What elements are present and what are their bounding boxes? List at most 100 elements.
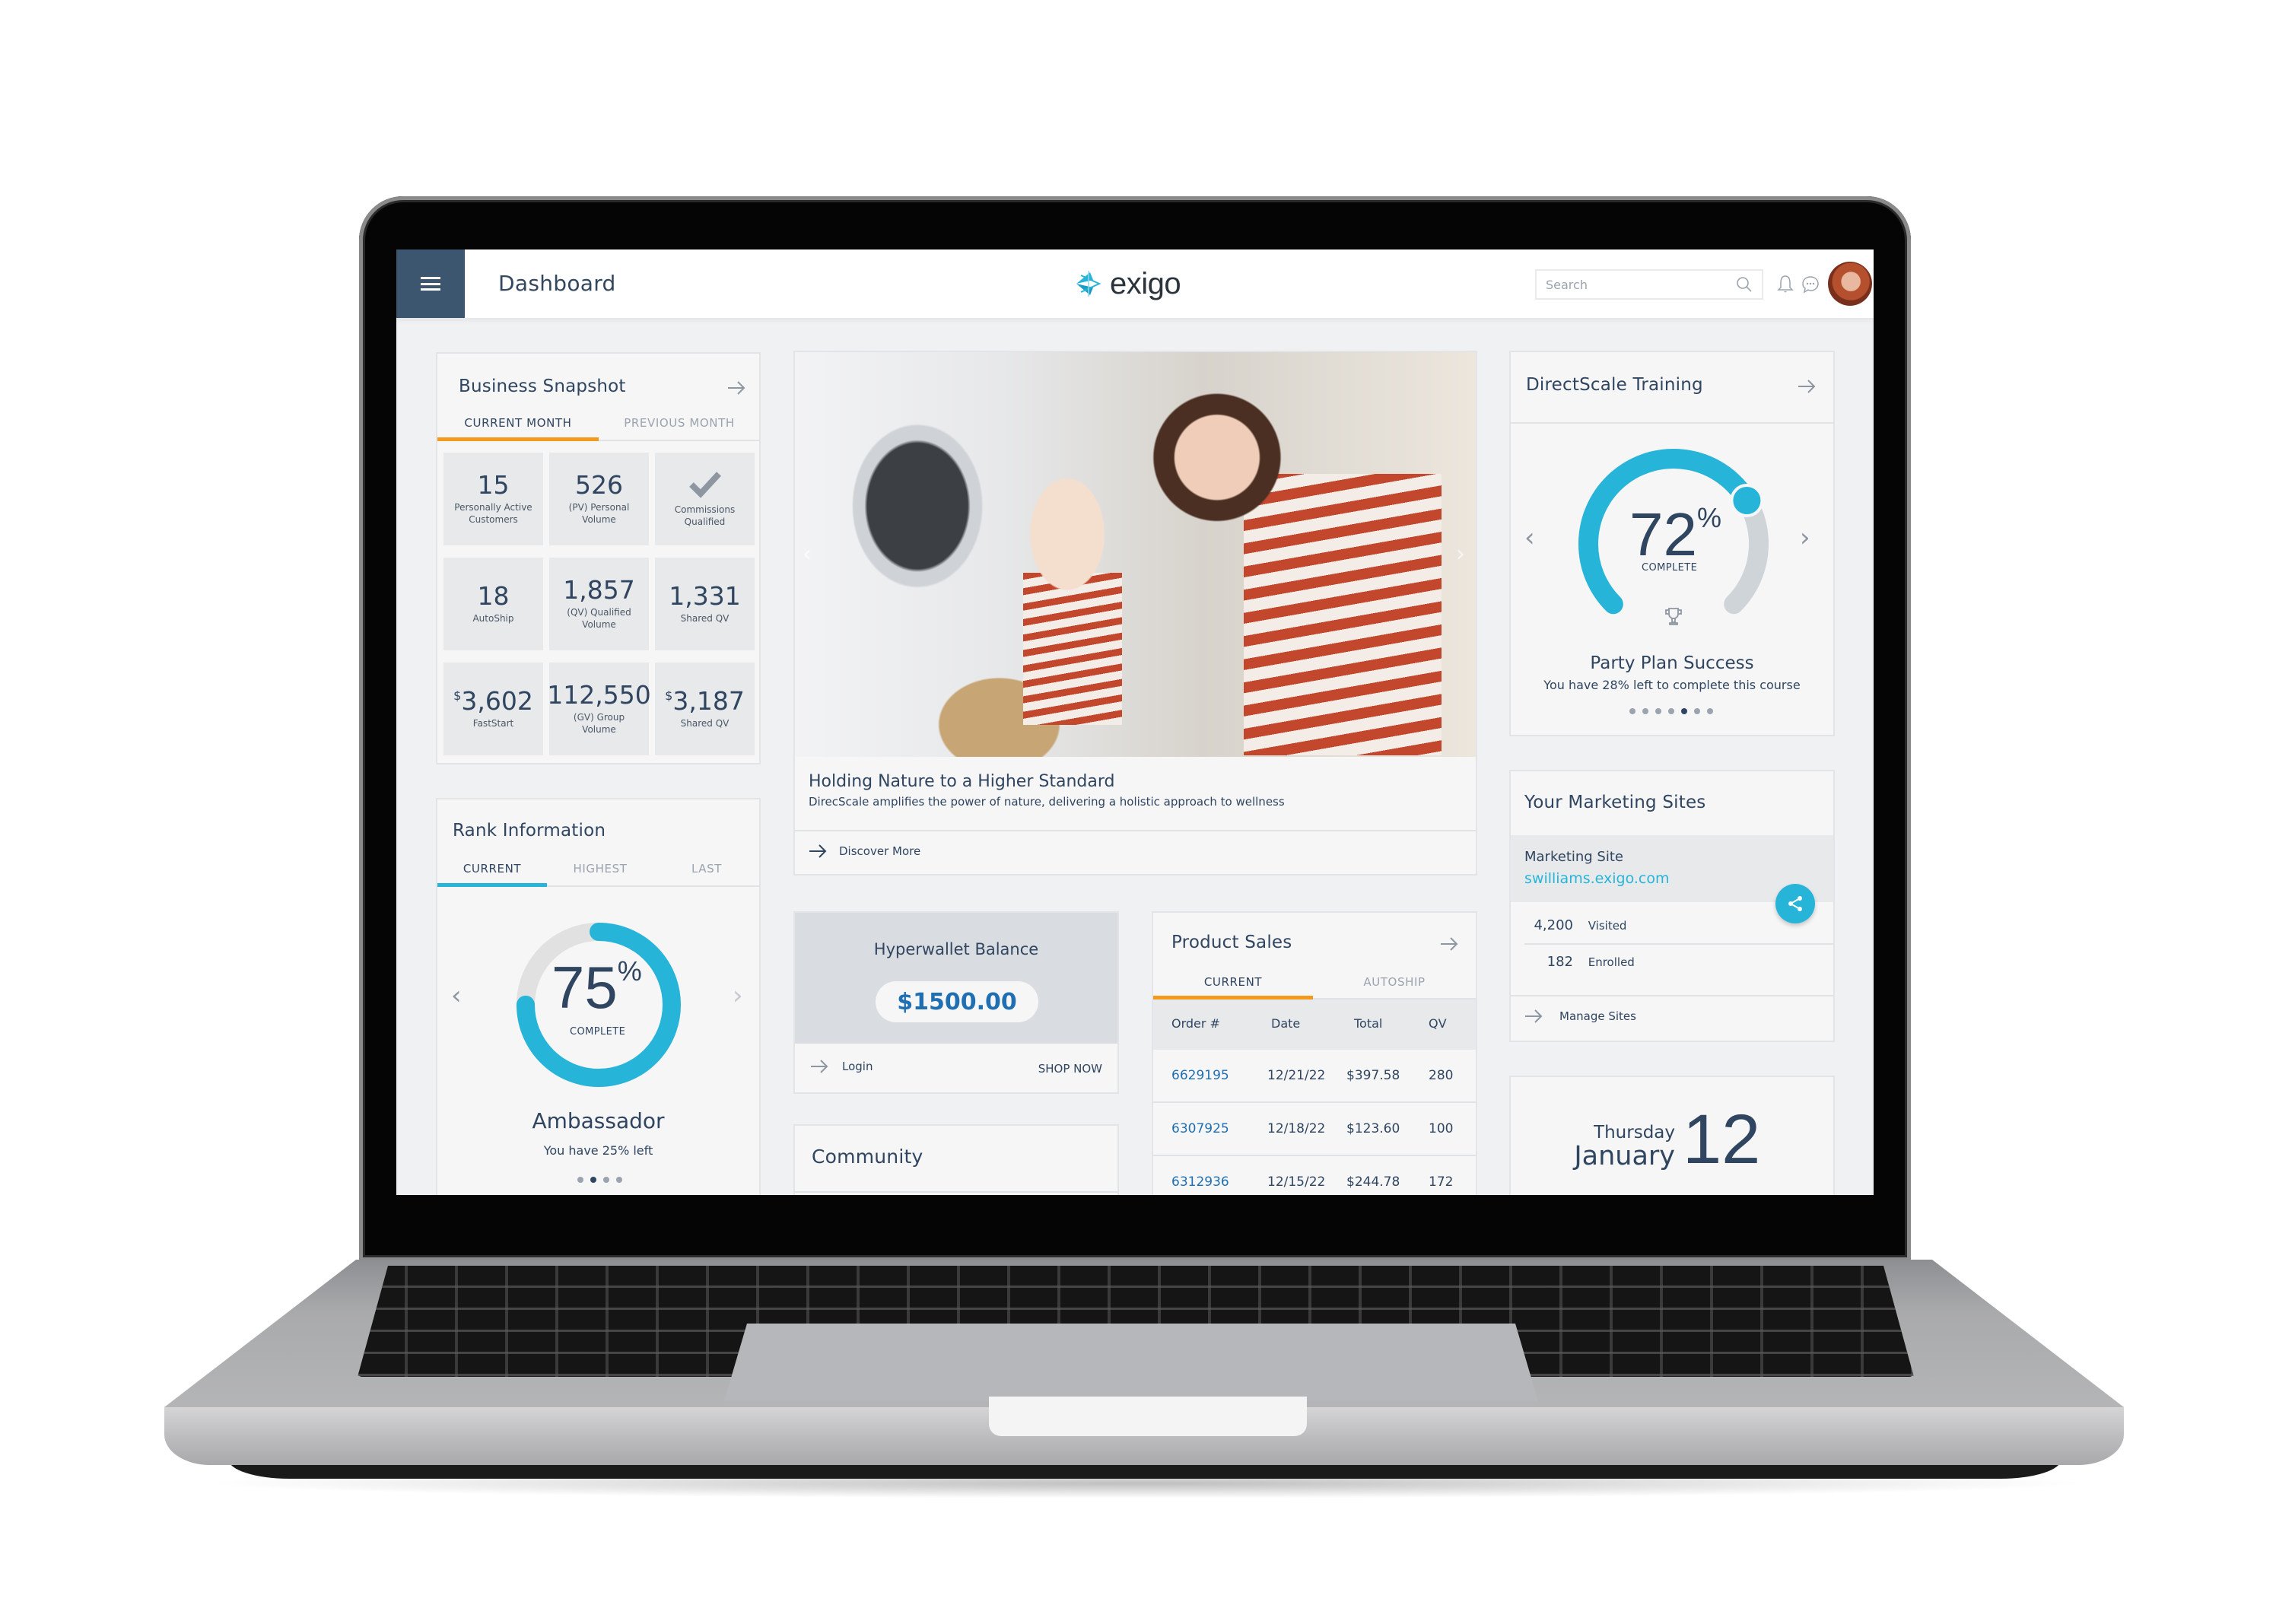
tab-current[interactable]: CURRENT: [437, 862, 547, 876]
column-header-date[interactable]: Date: [1271, 1016, 1300, 1031]
carousel-dot[interactable]: [603, 1177, 609, 1183]
rank-percent: 75%: [552, 958, 642, 1018]
cell-total: $397.58: [1346, 1068, 1400, 1083]
snapshot-tile[interactable]: 15 Personally Active Customers: [443, 453, 543, 545]
tile-value: 15: [477, 469, 510, 500]
chat-icon[interactable]: [1800, 274, 1821, 295]
snapshot-tile[interactable]: 112,550 (GV) Group Volume: [547, 663, 651, 755]
search-icon[interactable]: [1736, 276, 1753, 293]
search-input[interactable]: [1546, 277, 1736, 292]
percent-value: 72: [1629, 501, 1697, 568]
snapshot-tile[interactable]: 1,857 (QV) Qualified Volume: [549, 558, 649, 650]
rank-information-card: Rank Information CURRENT HIGHEST LAST ‹ …: [436, 798, 761, 1195]
carousel-dot[interactable]: [590, 1177, 596, 1183]
snapshot-tile[interactable]: 526 (PV) Personal Volume: [549, 453, 649, 545]
carousel-dot[interactable]: [1642, 708, 1648, 714]
tab-last[interactable]: LAST: [653, 862, 760, 876]
snapshot-tile[interactable]: 18 AutoShip: [443, 558, 543, 650]
tab-highest[interactable]: HIGHEST: [547, 862, 653, 876]
manage-sites-link[interactable]: Manage Sites: [1524, 1009, 1636, 1024]
hero-card: ‹ › Holding Nature to a Higher Standard …: [793, 351, 1477, 876]
card-title: Rank Information: [453, 821, 606, 841]
laptop-trackpad: [724, 1324, 1538, 1401]
carousel-prev-button[interactable]: ‹: [451, 980, 462, 1011]
menu-button[interactable]: [396, 249, 465, 318]
table-row[interactable]: 6629195 12/21/22 $397.58 280: [1153, 1050, 1476, 1103]
tab-current[interactable]: CURRENT: [1153, 975, 1313, 989]
tile-label: Shared QV: [680, 612, 730, 624]
cell-date: 12/18/22: [1267, 1121, 1326, 1136]
carousel-dot[interactable]: [1629, 708, 1635, 714]
tab-current-month[interactable]: CURRENT MONTH: [437, 416, 599, 430]
user-avatar[interactable]: [1828, 262, 1872, 306]
table-row[interactable]: 6312936 12/15/22 $244.78 172: [1153, 1156, 1476, 1195]
arrow-right-icon[interactable]: [726, 380, 746, 396]
tile-label: (QV) Qualified Volume: [567, 606, 631, 630]
percent-sign: %: [1696, 502, 1721, 533]
cell-qv: 280: [1429, 1068, 1454, 1083]
tile-value: $3,602: [453, 685, 533, 716]
arrow-right-icon: [1525, 1009, 1543, 1023]
snapshot-tile[interactable]: Commissions Qualified: [655, 453, 755, 545]
snapshot-tile[interactable]: 1,331 Shared QV: [655, 558, 755, 650]
stat-enrolled: 182 Enrolled: [1524, 954, 1635, 970]
carousel-dot[interactable]: [1694, 708, 1700, 714]
hyperwallet-title: Hyperwallet Balance: [873, 940, 1039, 958]
cell-qv: 100: [1429, 1121, 1454, 1136]
carousel-dot[interactable]: [1681, 708, 1687, 714]
top-bar: Dashboard exigo: [396, 249, 1874, 318]
tab-autoship[interactable]: AUTOSHIP: [1313, 975, 1476, 989]
carousel-dot[interactable]: [577, 1177, 583, 1183]
discover-more-link[interactable]: Discover More: [809, 844, 920, 859]
hero-headline: Holding Nature to a Higher Standard: [809, 772, 1115, 791]
stat-value: 182: [1546, 954, 1573, 970]
carousel-next-button[interactable]: ›: [733, 980, 743, 1011]
marketing-site-url[interactable]: swilliams.exigo.com: [1524, 870, 1670, 887]
marketing-sites-card: Your Marketing Sites Marketing Site swil…: [1509, 770, 1835, 1042]
date-day: 12: [1683, 1101, 1761, 1178]
cell-qv: 172: [1429, 1174, 1454, 1190]
cell-total: $123.60: [1346, 1121, 1400, 1136]
exigo-logo[interactable]: exigo: [1073, 266, 1181, 301]
carousel-dot[interactable]: [1655, 708, 1661, 714]
cell-order[interactable]: 6312936: [1171, 1174, 1229, 1190]
snapshot-tile[interactable]: $3,602 FastStart: [443, 663, 543, 755]
arrow-right-icon: [811, 1060, 828, 1073]
cell-order[interactable]: 6307925: [1171, 1121, 1229, 1136]
search-box: [1535, 269, 1763, 300]
carousel-dot[interactable]: [1707, 708, 1713, 714]
carousel-dot[interactable]: [616, 1177, 622, 1183]
card-footer-divider: [1511, 995, 1833, 996]
column-header-qv[interactable]: QV: [1429, 1016, 1447, 1031]
carousel-next-button[interactable]: ›: [1800, 523, 1810, 553]
hero-next-arrow[interactable]: ›: [1456, 541, 1465, 567]
arrow-right-icon[interactable]: [1439, 936, 1459, 952]
rank-name: Ambassador: [532, 1108, 665, 1133]
bell-icon[interactable]: [1775, 274, 1796, 295]
stat-label: Enrolled: [1588, 955, 1635, 969]
logo-text: exigo: [1110, 266, 1181, 300]
cell-order[interactable]: 6629195: [1171, 1068, 1229, 1083]
tab-previous-month[interactable]: PREVIOUS MONTH: [599, 416, 760, 430]
hyperwallet-login-link[interactable]: Login: [810, 1059, 873, 1074]
carousel-prev-button[interactable]: ‹: [1524, 523, 1535, 553]
column-header-total[interactable]: Total: [1354, 1016, 1382, 1031]
hero-prev-arrow[interactable]: ‹: [803, 541, 812, 567]
shop-now-link[interactable]: SHOP NOW: [1038, 1062, 1102, 1076]
carousel-dot[interactable]: [1668, 708, 1674, 714]
cell-date: 12/21/22: [1267, 1068, 1326, 1083]
stat-divider: [1524, 943, 1833, 945]
stat-label: Visited: [1588, 919, 1627, 933]
arrow-right-icon[interactable]: [1797, 378, 1817, 395]
percent-value: 75: [552, 954, 618, 1021]
snapshot-tile[interactable]: $3,187 Shared QV: [655, 663, 755, 755]
course-name: Party Plan Success: [1590, 653, 1754, 673]
rank-remaining: You have 25% left: [543, 1143, 653, 1158]
stat-visited: 4,200 Visited: [1524, 917, 1626, 933]
share-button[interactable]: [1775, 884, 1815, 923]
tile-value: 112,550: [547, 679, 651, 710]
column-header-order[interactable]: Order #: [1171, 1016, 1220, 1031]
tile-label: AutoShip: [472, 612, 514, 624]
manage-sites-label: Manage Sites: [1559, 1009, 1636, 1023]
table-row[interactable]: 6307925 12/18/22 $123.60 100: [1153, 1103, 1476, 1156]
